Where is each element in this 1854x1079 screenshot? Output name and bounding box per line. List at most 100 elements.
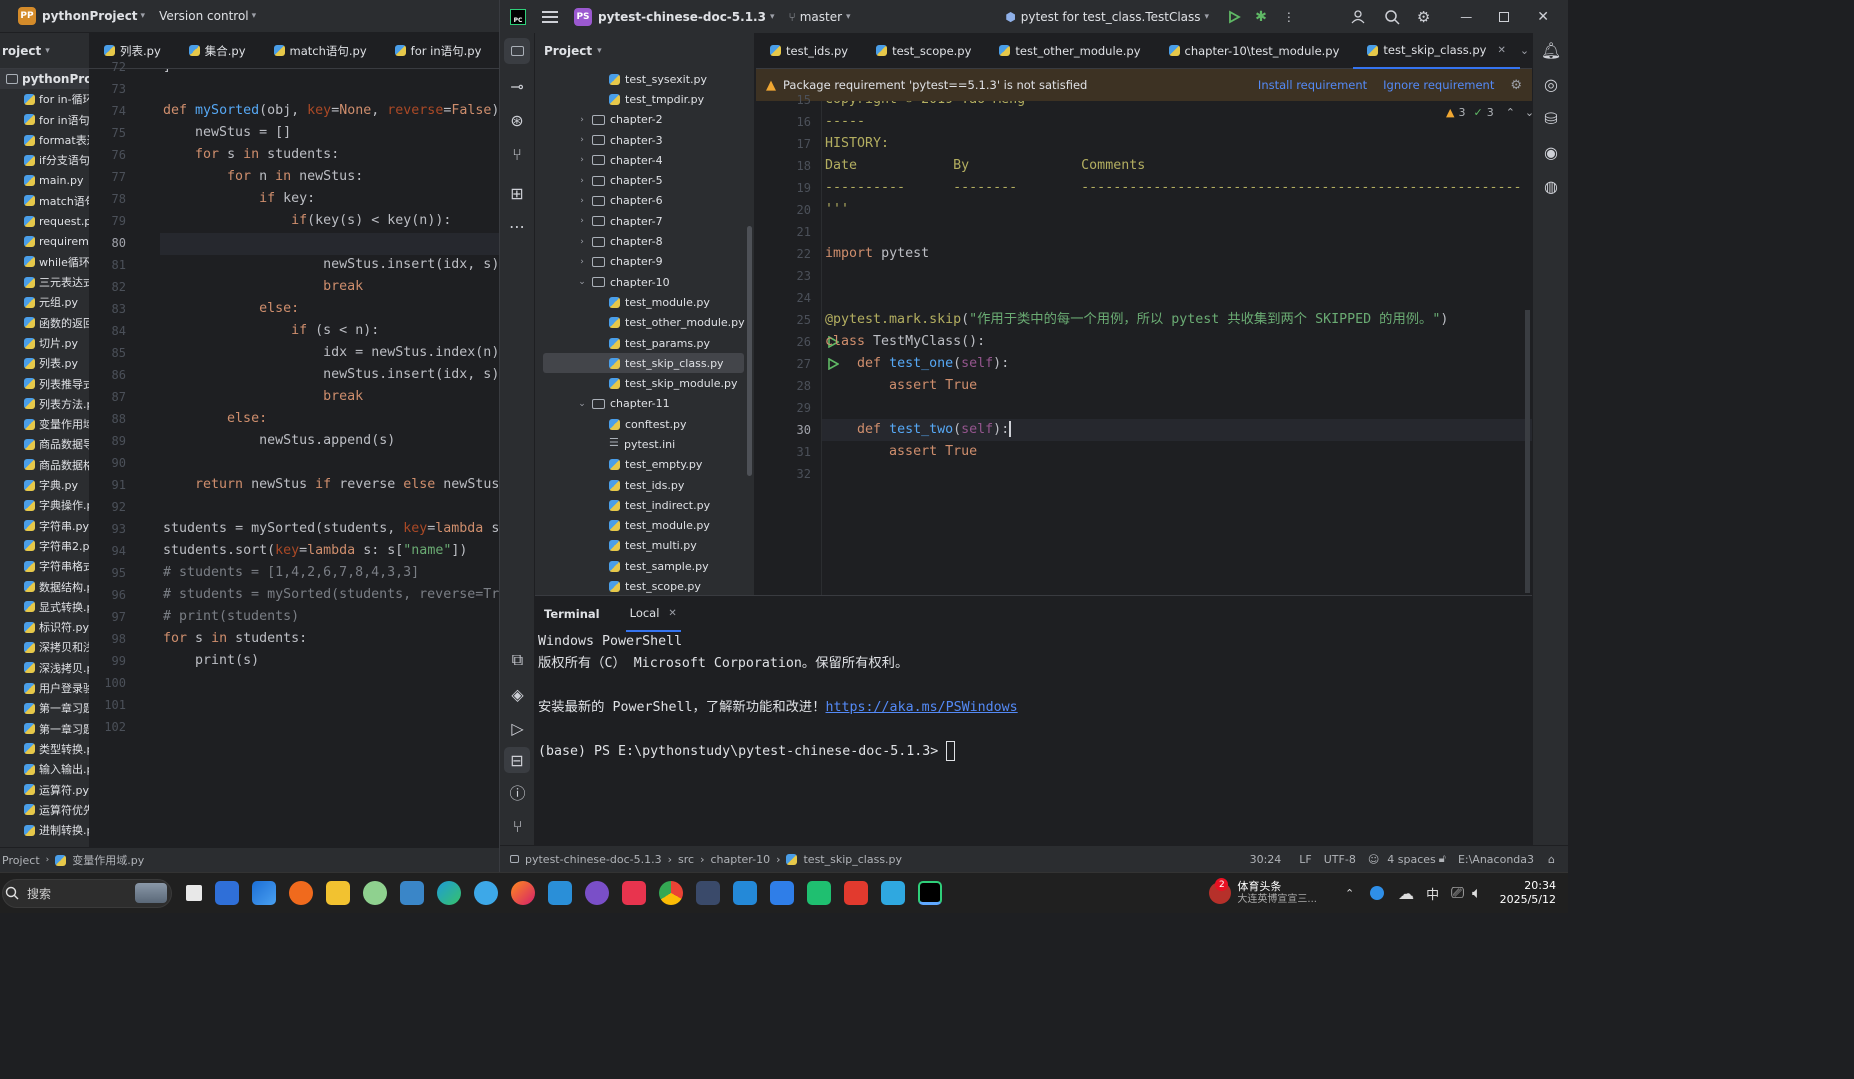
tree-item[interactable]: 显式转换.p [0,597,89,617]
chevron-right-icon[interactable]: › [577,257,587,267]
gear-icon[interactable]: ⚙ [1417,8,1430,26]
store-app-icon[interactable] [215,881,239,905]
chevron-right-icon[interactable]: › [577,196,587,206]
tree-item[interactable]: › chapter-8 [535,231,754,251]
tree-root[interactable]: pythonProje [0,69,89,90]
editor-tab[interactable]: 集合.py [175,33,260,68]
tree-item[interactable]: format表达 [0,130,89,150]
tree-item[interactable]: test_scope.py [535,576,754,595]
tree-item[interactable]: 运算符优先 [0,800,89,820]
search-icon[interactable] [1384,9,1400,25]
chevron-right-icon[interactable]: › [577,135,587,145]
tree-item[interactable]: 第一章习题 [0,719,89,739]
hamburger-menu-icon[interactable] [542,8,558,26]
app-icon-red[interactable] [622,881,646,905]
chevron-right-icon[interactable]: › [577,216,587,226]
app-icon-blue-sail[interactable] [252,881,276,905]
app-icon-green[interactable] [807,881,831,905]
chevron-right-icon[interactable]: › [577,115,587,125]
database-icon[interactable]: ⛁ [1533,101,1568,135]
tree-item[interactable]: 商品数据格 [0,455,89,475]
app-icon-orange[interactable] [289,881,313,905]
tree-item[interactable]: › chapter-5 [535,170,754,190]
structure-icon[interactable]: ⊞ [500,171,534,215]
terminal-tab[interactable]: Terminal [544,607,600,621]
tree-item[interactable]: ⌄ chapter-10 [535,272,754,292]
file-explorer-icon[interactable] [326,881,350,905]
tree-item[interactable]: test_params.py [535,333,754,353]
minimize-icon[interactable]: — [1460,10,1472,24]
editor-tab[interactable]: test_ids.py [756,33,862,68]
tree-item[interactable]: 字符串格式 [0,556,89,576]
copilot-chat-icon[interactable]: ◍ [1533,169,1568,203]
tree-item[interactable]: 第一章习题 [0,698,89,718]
notifications-icon[interactable]: 🔔︎ [1533,33,1568,67]
interpreter[interactable]: E:\Anaconda3 [1458,853,1534,866]
inspection-widget[interactable]: ▲ 3 ✓ 3 ⌃ ⌄ [1446,106,1534,119]
tree-item[interactable]: test_sample.py [535,556,754,576]
run-configuration[interactable]: pytest for test_class.TestClass [1021,10,1201,24]
gear-icon[interactable]: ⚙ [1510,78,1522,93]
editor-tab[interactable]: test_scope.py [862,33,985,68]
app-icon-kite[interactable] [881,881,905,905]
tree-item[interactable]: › chapter-9 [535,252,754,272]
ime-indicator[interactable]: 中 [1426,884,1439,903]
tree-item[interactable]: › chapter-4 [535,150,754,170]
tree-item[interactable]: 函数的返回 [0,313,89,333]
tree-item[interactable]: 字典.py [0,475,89,495]
tree-item[interactable]: 商品数据导 [0,434,89,454]
wechat-icon[interactable] [363,881,387,905]
editor-tab[interactable]: chapter-10\test_module.py [1155,33,1354,68]
project-name[interactable]: pytest-chinese-doc-5.1.3 [598,10,766,24]
chevron-down-icon[interactable]: ▾ [846,12,851,22]
editor-tab[interactable]: test_skip_class.py ✕ [1353,33,1520,69]
tree-item[interactable]: 切片.py [0,333,89,353]
tree-item[interactable]: 字符串.py [0,516,89,536]
vscode-icon[interactable] [733,881,757,905]
tree-item[interactable]: test_skip_class.py [543,353,744,374]
left-code-editor[interactable]: ] def mySorted(obj, key=None, reverse=Fal… [160,69,499,847]
vcs-widget[interactable]: Version control [159,9,249,23]
install-requirement-link[interactable]: Install requirement [1258,78,1367,92]
debug-icon[interactable]: ✱ [1255,9,1267,25]
chevron-down-icon[interactable]: ⌄ [577,277,587,287]
tree-item[interactable]: test_tmpdir.py [535,89,754,109]
tray-app-icon[interactable] [1370,886,1385,900]
tree-item[interactable]: 元组.py [0,292,89,312]
tree-item[interactable]: test_module.py [535,516,754,536]
git-status-icon[interactable]: ☺ [1368,853,1379,866]
editor-tab[interactable]: test_other_module.py [985,33,1154,68]
ai-assistant-icon[interactable]: ◎ [1533,67,1568,101]
tree-item[interactable]: 标识符.py [0,617,89,637]
tree-item[interactable]: main.py [0,170,89,190]
right-code-editor[interactable]: Copyright © 2019 Yao Meng ----- HISTORY: Da… [822,101,1522,595]
plugins-icon[interactable]: ⊛ [500,103,534,137]
tree-item[interactable]: test_multi.py [535,536,754,556]
tree-item[interactable]: 字典操作.p [0,495,89,515]
tree-item[interactable]: 进制转换.p [0,820,89,840]
chevron-down-icon[interactable]: ▾ [141,11,146,21]
firefox-icon[interactable] [511,881,535,905]
close-icon[interactable]: ✕ [1497,45,1505,56]
tree-item[interactable]: ⌄ chapter-11 [535,394,754,414]
clock[interactable]: 20:34 2025/5/12 [1500,879,1556,907]
tree-item[interactable]: 运算符.py [0,779,89,799]
run-icon[interactable] [1227,9,1241,24]
breadcrumb-item[interactable]: chapter-10 [710,853,770,866]
chevron-down-icon[interactable]: ⌄ [577,399,587,409]
add-user-icon[interactable] [1351,9,1367,25]
news-widget[interactable]: 2 体育头条 大连英博宣宣三... [1209,878,1317,906]
tree-item[interactable]: test_other_module.py [535,313,754,333]
python-console-icon[interactable]: ⧉ [500,643,535,677]
problems-icon[interactable]: ⓘ [500,775,535,809]
tree-item[interactable]: test_sysexit.py [535,69,754,89]
status-crumb-project[interactable]: Project [2,854,40,867]
editor-scrollbar[interactable] [1525,310,1530,593]
tree-item[interactable]: 字符串2.py [0,536,89,556]
edge-icon[interactable] [437,881,461,905]
caret-position[interactable]: 30:24 [1250,853,1282,866]
wps-icon[interactable] [844,881,868,905]
indent-setting[interactable]: 4 spaces [1387,853,1436,866]
tree-item[interactable]: test_skip_module.py [535,373,754,393]
remote-desktop-icon[interactable] [400,881,424,905]
